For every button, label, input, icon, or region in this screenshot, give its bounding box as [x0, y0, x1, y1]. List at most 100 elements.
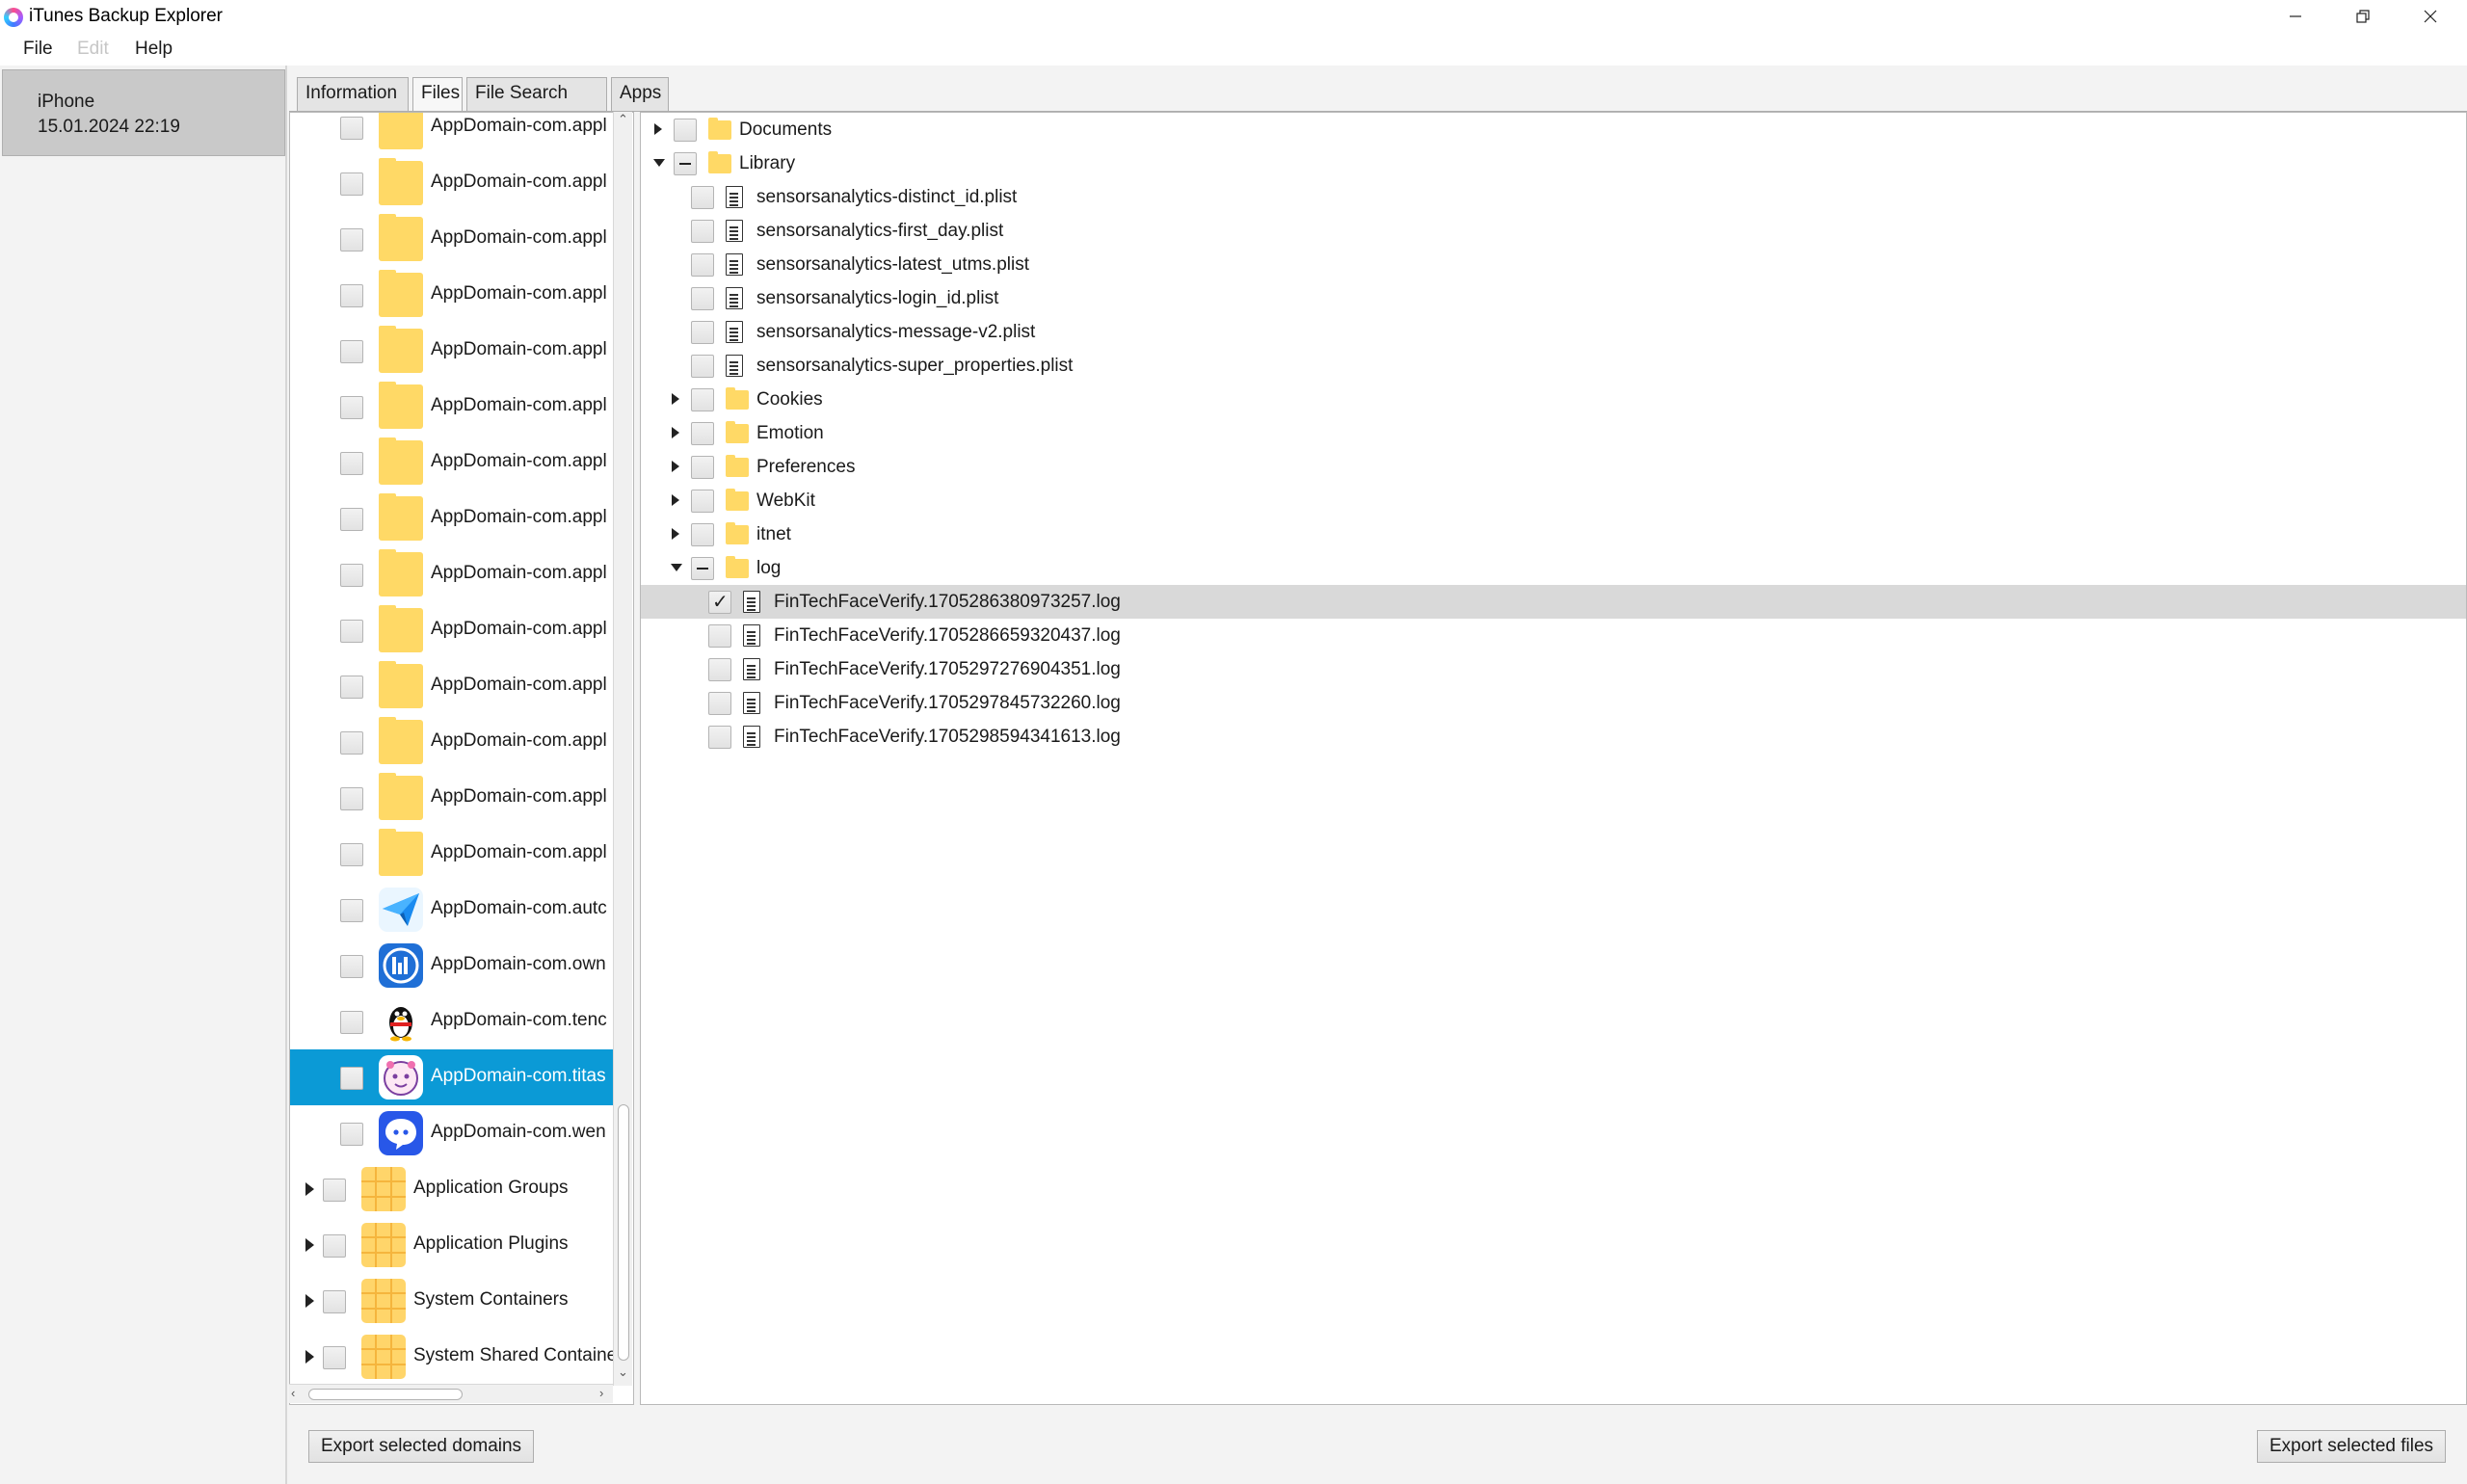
restore-button[interactable]	[2330, 0, 2396, 33]
file-row[interactable]: sensorsanalytics-distinct_id.plist	[641, 180, 2466, 214]
file-checkbox[interactable]	[708, 692, 731, 715]
domain-row[interactable]: AppDomain-com.appl	[290, 323, 614, 379]
expand-arrow-icon[interactable]	[672, 494, 679, 506]
file-checkbox[interactable]	[691, 321, 714, 344]
file-checkbox[interactable]	[674, 119, 697, 142]
file-checkbox[interactable]	[691, 490, 714, 513]
collapse-arrow-icon[interactable]	[671, 564, 682, 571]
scroll-down-icon[interactable]: ⌄	[618, 1365, 628, 1380]
domain-row[interactable]: AppDomain-com.own	[290, 938, 614, 994]
folder-row[interactable]: itnet	[641, 517, 2466, 551]
file-checkbox[interactable]	[708, 624, 731, 648]
folder-row[interactable]: Cookies	[641, 383, 2466, 416]
folder-row[interactable]: Emotion	[641, 416, 2466, 450]
tab-file-search[interactable]: File Search	[466, 77, 607, 112]
scroll-up-icon[interactable]: ⌃	[618, 112, 628, 127]
domain-horizontal-scrollbar[interactable]: ‹ ›	[289, 1384, 613, 1403]
file-checkbox[interactable]	[691, 186, 714, 209]
domain-checkbox[interactable]	[340, 340, 363, 363]
folder-row[interactable]: Preferences	[641, 450, 2466, 484]
expand-arrow-icon[interactable]	[305, 1294, 314, 1308]
file-checkbox[interactable]	[691, 355, 714, 378]
expand-arrow-icon[interactable]	[305, 1238, 314, 1252]
folder-row[interactable]: WebKit	[641, 484, 2466, 517]
tab-apps[interactable]: Apps	[611, 77, 669, 112]
file-checkbox[interactable]	[691, 456, 714, 479]
domain-checkbox[interactable]	[340, 1011, 363, 1034]
domain-row[interactable]: AppDomain-com.appl	[290, 602, 614, 658]
file-checkbox[interactable]	[691, 422, 714, 445]
file-row[interactable]: sensorsanalytics-login_id.plist	[641, 281, 2466, 315]
export-selected-domains-button[interactable]: Export selected domains	[308, 1430, 535, 1463]
expand-arrow-icon[interactable]	[672, 393, 679, 405]
tab-information[interactable]: Information	[297, 77, 409, 112]
file-row[interactable]: sensorsanalytics-latest_utms.plist	[641, 248, 2466, 281]
domain-group-checkbox[interactable]	[323, 1346, 346, 1369]
domain-checkbox[interactable]	[340, 508, 363, 531]
scroll-left-icon[interactable]: ‹	[291, 1386, 295, 1400]
expand-arrow-icon[interactable]	[672, 461, 679, 472]
domain-row[interactable]: AppDomain-com.tenc	[290, 994, 614, 1049]
file-row[interactable]: FinTechFaceVerify.1705286659320437.log	[641, 619, 2466, 652]
expand-arrow-icon[interactable]	[654, 123, 662, 135]
domain-checkbox[interactable]	[340, 284, 363, 307]
folder-row-documents[interactable]: Documents	[641, 113, 2466, 146]
domain-checkbox[interactable]	[340, 117, 363, 140]
file-row[interactable]: sensorsanalytics-first_day.plist	[641, 214, 2466, 248]
file-checkbox[interactable]	[708, 658, 731, 681]
device-item-iphone[interactable]: iPhone 15.01.2024 22:19	[2, 69, 285, 156]
domain-checkbox[interactable]	[340, 787, 363, 810]
domain-row[interactable]: AppDomain-com.appl	[290, 826, 614, 882]
file-checkbox[interactable]	[691, 253, 714, 277]
domain-row[interactable]: AppDomain-com.autc	[290, 882, 614, 938]
domain-row[interactable]: AppDomain-com.appl	[290, 211, 614, 267]
domain-checkbox[interactable]	[340, 172, 363, 196]
domain-group-checkbox[interactable]	[323, 1290, 346, 1313]
domain-row[interactable]: AppDomain-com.appl	[290, 267, 614, 323]
export-selected-files-button[interactable]: Export selected files	[2257, 1430, 2447, 1463]
domain-vertical-scroll-thumb[interactable]	[618, 1104, 629, 1361]
domain-checkbox[interactable]	[340, 731, 363, 755]
file-checkbox[interactable]	[691, 220, 714, 243]
file-checkbox[interactable]	[708, 726, 731, 749]
domain-group-checkbox[interactable]	[323, 1234, 346, 1258]
file-row[interactable]: FinTechFaceVerify.1705297276904351.log	[641, 652, 2466, 686]
domain-row[interactable]: AppDomain-com.appl	[290, 658, 614, 714]
domain-checkbox[interactable]	[340, 228, 363, 252]
domain-checkbox[interactable]	[340, 899, 363, 922]
domain-vertical-scrollbar[interactable]: ⌃ ⌄	[613, 112, 632, 1386]
domain-row[interactable]: AppDomain-com.appl	[290, 490, 614, 546]
expand-arrow-icon[interactable]	[672, 427, 679, 438]
domain-group-row[interactable]: Application Plugins	[290, 1217, 614, 1273]
close-button[interactable]	[2398, 0, 2463, 33]
domain-row[interactable]: AppDomain-com.appl	[290, 770, 614, 826]
domain-row[interactable]: AppDomain-com.appl	[290, 435, 614, 490]
file-row[interactable]: sensorsanalytics-super_properties.plist	[641, 349, 2466, 383]
domain-checkbox[interactable]	[340, 396, 363, 419]
domain-row[interactable]: AppDomain-com.appl	[290, 714, 614, 770]
file-row[interactable]: sensorsanalytics-message-v2.plist	[641, 315, 2466, 349]
collapse-arrow-icon[interactable]	[653, 159, 665, 167]
domain-row[interactable]: AppDomain-com.wen	[290, 1105, 614, 1161]
folder-row-log[interactable]: log	[641, 551, 2466, 585]
expand-arrow-icon[interactable]	[305, 1182, 314, 1196]
menu-edit[interactable]: Edit	[77, 39, 109, 60]
domain-checkbox[interactable]	[340, 620, 363, 643]
domain-checkbox[interactable]	[340, 676, 363, 699]
file-checkbox[interactable]	[708, 590, 731, 614]
domain-checkbox[interactable]	[340, 1067, 363, 1090]
domain-checkbox[interactable]	[340, 1123, 363, 1146]
domain-row[interactable]: AppDomain-com.appl	[290, 113, 614, 155]
file-row[interactable]: FinTechFaceVerify.1705286380973257.log	[641, 585, 2466, 619]
domain-row[interactable]: AppDomain-com.appl	[290, 379, 614, 435]
scroll-right-icon[interactable]: ›	[599, 1386, 603, 1400]
domain-row[interactable]: AppDomain-com.appl	[290, 546, 614, 602]
domain-row[interactable]: AppDomain-com.titas	[290, 1049, 614, 1105]
folder-row-library[interactable]: Library	[641, 146, 2466, 180]
expand-arrow-icon[interactable]	[305, 1350, 314, 1364]
menu-file[interactable]: File	[23, 39, 53, 60]
file-checkbox[interactable]	[691, 388, 714, 411]
file-checkbox[interactable]	[691, 523, 714, 546]
domain-row[interactable]: AppDomain-com.appl	[290, 155, 614, 211]
file-checkbox[interactable]	[674, 152, 697, 175]
